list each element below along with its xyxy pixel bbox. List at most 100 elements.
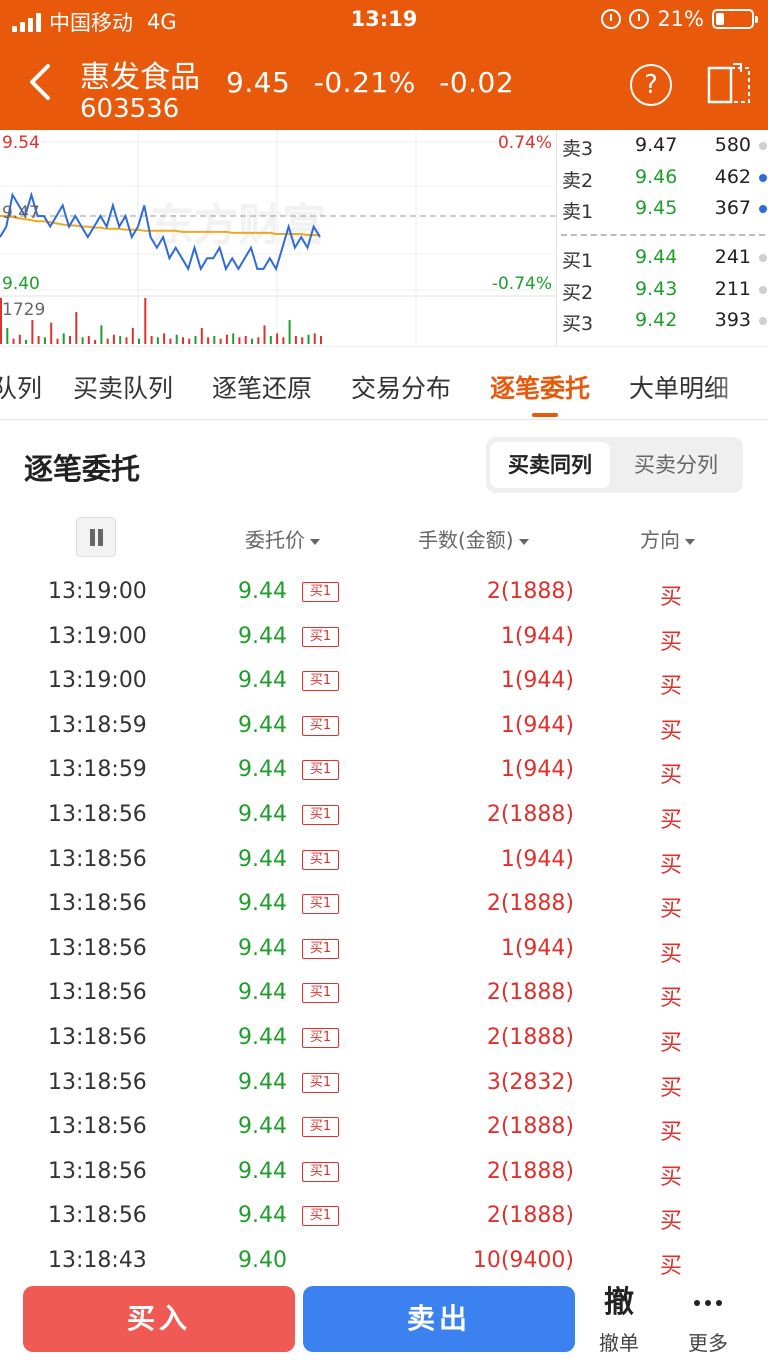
table-row[interactable]: 13:18:56 9.44 买1 2(1888) 买 — [0, 1193, 768, 1238]
battery-percent: 21% — [657, 7, 704, 31]
row-time: 13:18:56 — [48, 1203, 147, 1229]
row-time: 13:18:43 — [48, 1248, 147, 1273]
order-book-ask-3[interactable]: 卖1 9.45 367 — [557, 197, 768, 227]
more-icon — [673, 1283, 743, 1323]
row-price: 9.44 — [238, 668, 287, 694]
row-direction: 买 — [660, 1209, 683, 1235]
order-book-bid-1[interactable]: 买1 9.44 241 — [557, 246, 768, 276]
table-row[interactable]: 13:19:00 9.44 买1 1(944) 买 — [0, 614, 768, 659]
book-level-label: 买3 — [562, 313, 594, 335]
row-price: 9.44 — [238, 891, 287, 917]
table-row[interactable]: 13:18:56 9.44 买1 3(2832) 买 — [0, 1060, 768, 1105]
book-level-volume: 211 — [714, 277, 751, 300]
row-volume: 1(944) — [500, 757, 574, 783]
intraday-chart[interactable]: 东方财富 9.54 0.74% 9.47 9.40 -0.74% 1729 — [0, 130, 556, 346]
row-time: 13:18:56 — [48, 980, 147, 1006]
row-volume: 2(1888) — [486, 802, 574, 827]
row-direction: 买 — [660, 763, 683, 789]
book-level-volume: 462 — [714, 165, 751, 188]
order-book-bid-2[interactable]: 买2 9.43 211 — [557, 278, 768, 308]
row-price: 9.44 — [238, 1114, 287, 1140]
volume-bar — [81, 337, 84, 344]
row-time: 13:18:59 — [48, 757, 147, 783]
book-level-price: 9.42 — [635, 309, 678, 331]
volume-bar — [200, 328, 203, 344]
book-level-volume: 393 — [714, 309, 751, 331]
tab-active-indicator — [532, 413, 558, 417]
header: 中国移动 4G 13:19 21% 惠发食品 603536 9.45 -0.21… — [0, 0, 768, 130]
row-level-tag: 买1 — [302, 938, 339, 959]
section-title: 逐笔委托 — [24, 452, 141, 486]
table-row[interactable]: 13:19:00 9.44 买1 2(1888) 买 — [0, 569, 768, 614]
order-book-ask-1[interactable]: 卖3 9.47 580 — [557, 134, 768, 164]
row-price: 9.44 — [238, 1069, 287, 1095]
book-level-label: 买1 — [562, 250, 594, 272]
table-row[interactable]: 13:18:59 9.44 买1 1(944) 买 — [0, 703, 768, 748]
table-row[interactable]: 13:18:56 9.44 买1 1(944) 买 — [0, 926, 768, 971]
tab-queue[interactable]: 队列 — [0, 369, 42, 405]
column-direction-label: 方向 — [640, 528, 680, 552]
row-time: 13:19:00 — [48, 579, 147, 604]
tick-order-list[interactable]: 13:19:00 9.44 买1 2(1888) 买 13:19:00 9.44 买1 1(94… — [0, 569, 768, 1283]
order-book-ask-2[interactable]: 卖2 9.46 462 — [557, 166, 768, 196]
caret-down-icon — [685, 538, 695, 545]
more-button[interactable]: 更多 — [673, 1283, 743, 1356]
volume-bar — [307, 334, 310, 344]
column-direction[interactable]: 方向 — [640, 524, 695, 553]
mode-split-button[interactable]: 买卖分列 — [616, 442, 736, 488]
book-level-dot-icon — [759, 254, 767, 262]
volume-bar — [75, 312, 78, 344]
sell-button[interactable]: 卖出 — [303, 1286, 575, 1352]
table-row[interactable]: 13:18:59 9.44 买1 1(944) 买 — [0, 747, 768, 792]
table-row[interactable]: 13:19:00 9.44 买1 1(944) 买 — [0, 658, 768, 703]
tab-trade-distribution[interactable]: 交易分布 — [351, 369, 451, 405]
volume-bar — [301, 337, 304, 344]
tab-tick-orders[interactable]: 逐笔委托 — [490, 369, 590, 405]
table-row[interactable]: 13:18:56 9.44 买1 2(1888) 买 — [0, 881, 768, 926]
chart-watermark: 东方财富 — [150, 200, 326, 251]
volume-bar — [125, 337, 128, 344]
order-book-bid-3[interactable]: 买3 9.42 393 — [557, 309, 768, 339]
table-row[interactable]: 13:18:56 9.44 买1 1(944) 买 — [0, 837, 768, 882]
row-price: 9.44 — [238, 802, 287, 827]
volume-bar — [232, 333, 235, 344]
column-price[interactable]: 委托价 — [245, 524, 320, 553]
book-level-label: 卖3 — [562, 138, 594, 160]
book-level-dot-icon — [759, 142, 767, 150]
volume-bar — [276, 333, 279, 344]
pause-button[interactable] — [76, 517, 116, 557]
help-button[interactable]: ? — [630, 64, 672, 106]
row-direction: 买 — [660, 986, 683, 1012]
volume-bar — [12, 338, 15, 344]
buy-button[interactable]: 买入 — [23, 1286, 295, 1352]
row-volume: 2(1888) — [486, 1114, 574, 1140]
mode-combined-button[interactable]: 买卖同列 — [490, 442, 610, 488]
alarm-icon — [629, 9, 650, 29]
row-volume: 2(1888) — [486, 1025, 574, 1050]
back-arrow-icon[interactable] — [26, 62, 56, 102]
row-volume: 2(1888) — [486, 1158, 574, 1184]
row-volume: 1(944) — [500, 623, 574, 649]
volume-bar — [62, 333, 65, 344]
tab-tick-restore[interactable]: 逐笔还原 — [212, 369, 312, 405]
tab-buy-sell-queue[interactable]: 买卖队列 — [73, 369, 173, 405]
more-label: 更多 — [688, 1331, 728, 1355]
rotation-lock-icon — [601, 9, 622, 29]
row-time: 13:18:56 — [48, 935, 147, 961]
table-row[interactable]: 13:18:56 9.44 买1 2(1888) 买 — [0, 1015, 768, 1060]
volume-bar — [213, 336, 216, 344]
table-row[interactable]: 13:18:56 9.44 买1 2(1888) 买 — [0, 792, 768, 837]
column-volume[interactable]: 手数(金额) — [418, 524, 529, 553]
cancel-order-button[interactable]: 撤 撤单 — [584, 1283, 654, 1356]
switch-stock-icon[interactable] — [707, 62, 751, 104]
table-row[interactable]: 13:18:56 9.44 买1 2(1888) 买 — [0, 1104, 768, 1149]
volume-bar — [18, 334, 21, 344]
row-price: 9.44 — [238, 757, 287, 783]
volume-bar — [263, 325, 266, 344]
table-row[interactable]: 13:18:56 9.44 买1 2(1888) 买 — [0, 1149, 768, 1194]
stock-price: 9.45 — [226, 66, 291, 99]
table-row[interactable]: 13:18:56 9.44 买1 2(1888) 买 — [0, 970, 768, 1015]
table-row[interactable]: 13:18:43 9.40 10(9400) 买 — [0, 1238, 768, 1283]
volume-bar — [282, 337, 285, 344]
book-level-volume: 367 — [714, 197, 751, 219]
